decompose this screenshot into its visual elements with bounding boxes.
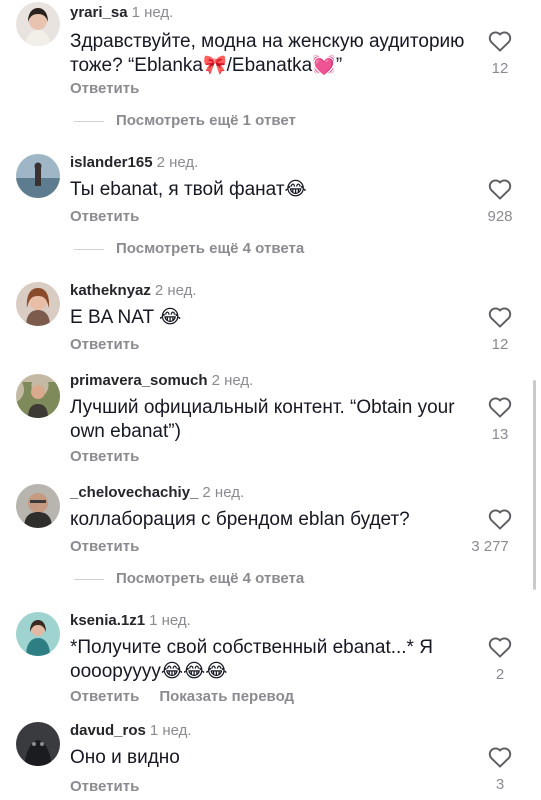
divider (74, 120, 104, 122)
like-count: 12 (491, 336, 509, 353)
view-replies[interactable]: Посмотреть ещё 4 ответа (74, 240, 304, 257)
reply-button[interactable]: Ответить (70, 80, 139, 97)
avatar[interactable] (16, 2, 60, 46)
view-replies[interactable]: Посмотреть ещё 4 ответа (74, 570, 304, 587)
comment-date: 2 нед. (154, 282, 197, 299)
comment-date: 2 нед. (211, 372, 254, 389)
comment-text: *Получите свой собственный ebanat...* Я … (70, 637, 433, 682)
heart-icon (488, 509, 512, 530)
scrollbar[interactable] (533, 380, 536, 590)
comment-date: 2 нед. (202, 484, 245, 501)
like-count: 3 277 (471, 538, 509, 555)
like-button[interactable]: 3 277 (471, 508, 515, 555)
avatar[interactable] (16, 484, 60, 528)
view-replies-label: Посмотреть ещё 4 ответа (116, 240, 305, 257)
comment-date: 1 нед. (149, 722, 192, 739)
like-button[interactable]: 12 (485, 306, 515, 353)
comment-date: 2 нед. (156, 154, 199, 171)
like-count: 13 (491, 426, 509, 443)
reply-button[interactable]: Ответить (70, 778, 139, 795)
comment-date: 1 нед. (149, 612, 191, 629)
avatar[interactable] (16, 722, 60, 766)
comment-date: 1 нед. (131, 4, 174, 21)
view-replies-label: Посмотреть ещё 4 ответа (116, 570, 305, 587)
heart-icon (488, 747, 512, 768)
heart-icon (488, 637, 512, 658)
comment-text: Лучший официальный контент. “Obtain your… (70, 397, 455, 442)
avatar[interactable] (16, 612, 60, 656)
heart-icon (488, 31, 512, 52)
username[interactable]: primavera_somuch (70, 372, 208, 389)
heart-icon (488, 397, 512, 418)
view-replies[interactable]: Посмотреть ещё 1 ответ (74, 112, 296, 129)
reply-button[interactable]: Ответить (70, 448, 139, 465)
comment-text: Оно и видно (70, 747, 180, 768)
like-button[interactable]: 13 (485, 396, 515, 443)
username[interactable]: islander165 (70, 154, 153, 171)
like-button[interactable]: 2 (485, 636, 515, 683)
username[interactable]: ksenia.1z1 (70, 612, 145, 629)
like-button[interactable]: 12 (485, 30, 515, 77)
avatar[interactable] (16, 154, 60, 198)
username[interactable]: katheknyaz (70, 282, 151, 299)
like-count: 928 (487, 208, 513, 225)
heart-icon (488, 307, 512, 328)
like-count: 12 (491, 60, 509, 77)
like-button[interactable]: 928 (485, 178, 515, 225)
divider (74, 578, 104, 580)
reply-button[interactable]: Ответить (70, 336, 139, 353)
comment-text: Здравствуйте, модна на женскую аудиторию… (70, 31, 465, 76)
comment-text: коллаборация с брендом eblan будет? (70, 509, 410, 530)
comment-text: Ты ebanat, я твой фанат😂 (70, 179, 307, 200)
reply-button[interactable]: Ответить (70, 688, 139, 705)
username[interactable]: davud_ros (70, 722, 146, 739)
avatar[interactable] (16, 374, 60, 418)
reply-button[interactable]: Ответить (70, 538, 139, 555)
like-count: 3 (495, 776, 505, 793)
like-button[interactable]: 3 (485, 746, 515, 793)
reply-button[interactable]: Ответить (70, 208, 139, 225)
translate-button[interactable]: Показать перевод (159, 688, 294, 705)
avatar[interactable] (16, 282, 60, 326)
username[interactable]: yrari_sa (70, 4, 128, 21)
divider (74, 248, 104, 250)
like-count: 2 (495, 666, 505, 683)
view-replies-label: Посмотреть ещё 1 ответ (116, 112, 296, 129)
comment-text: E BA NAT 😂 (70, 307, 182, 328)
username[interactable]: _chelovechachiy_ (70, 484, 198, 501)
heart-icon (488, 179, 512, 200)
